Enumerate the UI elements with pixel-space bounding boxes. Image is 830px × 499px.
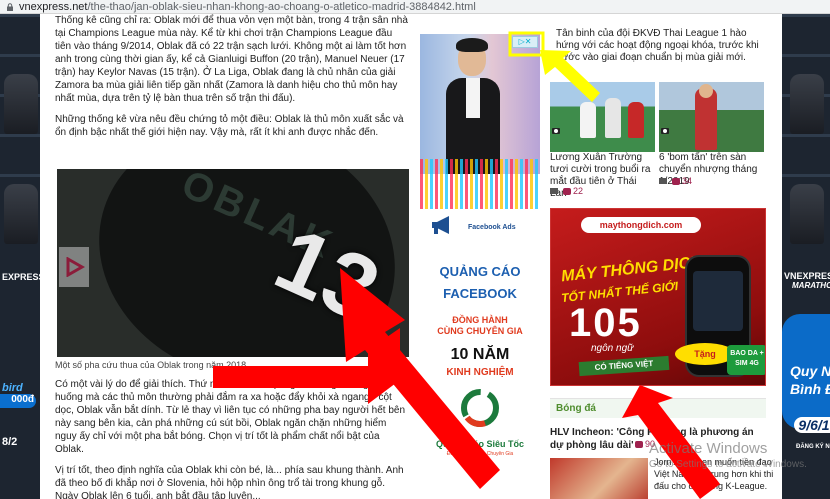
- right-side-banner[interactable]: VNEXPRESS MARATHON Quy NhBình Đị 9/6/1 Đ…: [782, 14, 830, 499]
- facebook-ads-label: Facebook Ads: [468, 224, 516, 231]
- ad-gift-items: BAO DA + SIM 4G: [727, 345, 765, 375]
- banner-date: 8/2: [2, 436, 18, 448]
- banner-brand-right: VNEXPRESS: [784, 271, 830, 281]
- jersey-number: 13: [261, 209, 394, 342]
- ad-vietnamese-badge: CÓ TIẾNG VIỆT: [578, 355, 670, 377]
- megaphone-icon: [432, 216, 449, 234]
- article-body: Thống kê cũng chỉ ra: Oblak mới để thua …: [55, 14, 409, 499]
- article-paragraph: Thống kê cũng chỉ ra: Oblak mới để thua …: [55, 15, 408, 104]
- url-path: /the-thao/jan-oblak-sieu-nhan-khong-ao-c…: [87, 1, 476, 13]
- comment-icon: [635, 441, 643, 448]
- gallery-icon: [550, 188, 558, 194]
- left-side-banner[interactable]: EXPRESS bird 000đ 8/2: [0, 14, 40, 499]
- story-meta: 22: [550, 186, 583, 196]
- banner-brand-left: EXPRESS: [2, 272, 40, 282]
- ad-language-label: ngôn ngữ: [591, 343, 634, 354]
- translator-ad-banner[interactable]: maythongdich.com MÁY THÔNG DỊCH TỐT NHẤT…: [550, 208, 766, 386]
- story-thumbnail[interactable]: [550, 458, 648, 499]
- story-thumbnail[interactable]: [550, 82, 655, 152]
- article-paragraph: Có một vài lý do để giải thích. Thứ nhất…: [55, 379, 406, 455]
- ad-brand-url: maythongdich.com: [581, 217, 701, 233]
- facebook-ad-banner[interactable]: Facebook Ads QUẢNG CÁO FACEBOOK ĐỒNG HÀN…: [420, 34, 540, 499]
- url-host: vnexpress.net: [19, 1, 88, 13]
- right-sidebar: Tân binh của đội ĐKVĐ Thai League 1 hào …: [548, 14, 780, 499]
- camera-icon: [552, 128, 560, 134]
- ad-years: 10 NĂM: [450, 346, 510, 363]
- ad-brand-tagline: Đồng Hành Cùng Chuyên Gia: [446, 451, 514, 457]
- section-header[interactable]: Bóng đá: [550, 398, 766, 418]
- device-screen: [693, 271, 743, 331]
- video-caption: Một số pha cứu thua của Oblak trong năm …: [55, 357, 409, 372]
- banner-slogan: Quy NhBình Đị: [790, 363, 830, 397]
- banner-prize: 000đ: [0, 394, 36, 408]
- ad-photo: [420, 34, 540, 174]
- story-meta: 34: [659, 176, 692, 186]
- banner-bird: bird: [2, 382, 23, 394]
- brand-logo-icon: [461, 389, 499, 427]
- comment-icon: [563, 188, 571, 195]
- top-story-text[interactable]: Tân binh của đội ĐKVĐ Thai League 1 hào …: [556, 28, 770, 64]
- banner-register: ĐĂNG KÝ NGA: [796, 444, 830, 450]
- banner-marathon: MARATHON: [792, 281, 830, 290]
- windows-activation-title: Activate Windows: [649, 440, 768, 457]
- ad-language-count: 105: [569, 301, 642, 345]
- article-paragraph: Những thống kê vừa nêu đều chứng tỏ một …: [55, 114, 404, 138]
- windows-activation-subtitle: Go to Settings to activate Windows.: [649, 459, 807, 470]
- comment-icon: [672, 178, 680, 185]
- ad-headline: QUẢNG CÁO FACEBOOK: [439, 264, 521, 301]
- story-thumbnail[interactable]: [659, 82, 764, 152]
- play-button[interactable]: [59, 247, 89, 287]
- ad-subline: ĐỒNG HÀNH CÙNG CHUYÊN GIA: [437, 315, 523, 336]
- ad-brand-name: Quảng Cáo Siêu Tốc: [435, 439, 524, 449]
- adchoices-icon[interactable]: ▷✕: [512, 36, 538, 48]
- ad-experience: KINH NGHIỆM: [446, 367, 514, 378]
- lock-icon: [7, 3, 13, 11]
- ad-headline: MÁY THÔNG DỊCH: [560, 253, 703, 286]
- banner-event-date: 9/6/1: [794, 417, 830, 433]
- video-player[interactable]: OBLAK 13: [57, 169, 409, 367]
- address-bar[interactable]: vnexpress.net/the-thao/jan-oblak-sieu-nh…: [0, 0, 830, 14]
- equalizer-graphic: [420, 159, 540, 209]
- camera-icon: [661, 128, 669, 134]
- play-icon: [66, 257, 85, 277]
- gallery-icon: [659, 178, 667, 184]
- article-paragraph: Vị trí tốt, theo định nghĩa của Oblak kh…: [55, 465, 404, 499]
- ad-gift-badge: Tặng: [675, 343, 735, 365]
